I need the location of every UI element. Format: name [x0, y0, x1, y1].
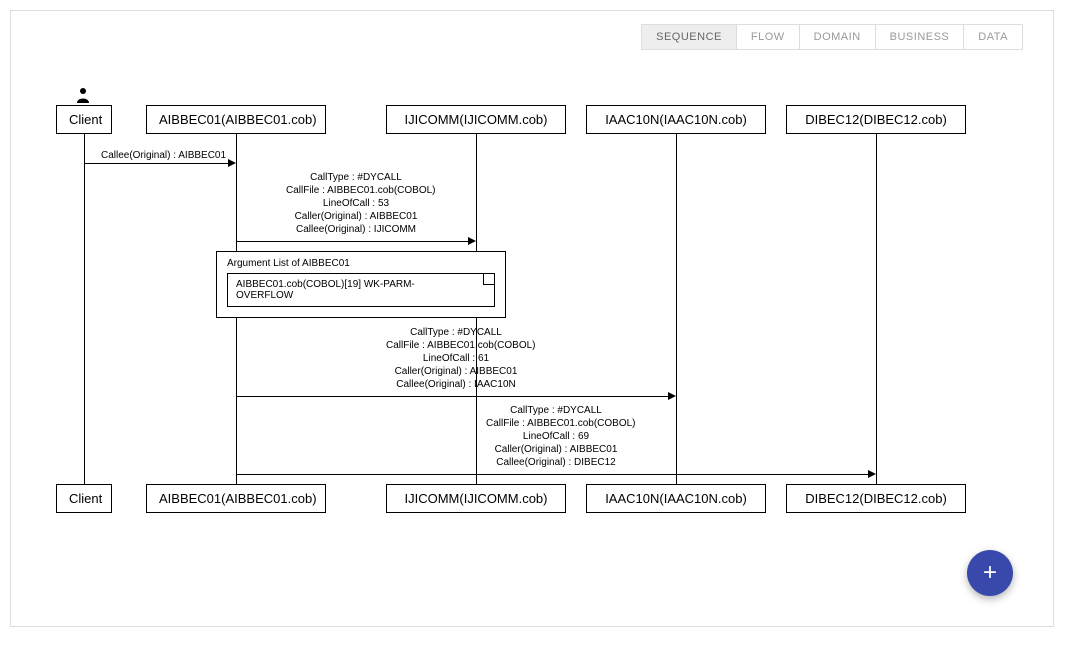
msg2-l3: LineOfCall : 53: [286, 197, 426, 210]
msg2-l1: CallType : #DYCALL: [286, 171, 426, 184]
msg3-l4: Caller(Original) : AIBBEC01: [386, 365, 526, 378]
participant-dibec12-top: DIBEC12(DIBEC12.cob): [786, 105, 966, 134]
msg1-arrowhead: [228, 159, 236, 167]
participant-aibbec01-top: AIBBEC01(AIBBEC01.cob): [146, 105, 326, 134]
participant-client-top: Client: [56, 105, 112, 134]
sequence-diagram: Client AIBBEC01(AIBBEC01.cob) IJICOMM(IJ…: [56, 91, 1026, 531]
note-title: Argument List of AIBBEC01: [227, 258, 495, 269]
tab-data[interactable]: DATA: [964, 25, 1022, 49]
msg2-arrow: [236, 241, 468, 242]
msg3-arrowhead: [668, 392, 676, 400]
argument-note: Argument List of AIBBEC01 AIBBEC01.cob(C…: [216, 251, 506, 318]
msg3-l3: LineOfCall : 61: [386, 352, 526, 365]
msg4-l5: Callee(Original) : DIBEC12: [486, 456, 626, 469]
tab-flow[interactable]: FLOW: [737, 25, 800, 49]
participant-iaac10n-bottom: IAAC10N(IAAC10N.cob): [586, 484, 766, 513]
msg4-l1: CallType : #DYCALL: [486, 404, 626, 417]
participant-iaac10n-top: IAAC10N(IAAC10N.cob): [586, 105, 766, 134]
add-button[interactable]: +: [967, 550, 1013, 596]
msg1-arrow: [84, 163, 229, 164]
view-tabs: SEQUENCE FLOW DOMAIN BUSINESS DATA: [641, 24, 1023, 50]
msg2-l5: Callee(Original) : IJICOMM: [286, 223, 426, 236]
participant-ijicomm-bottom: IJICOMM(IJICOMM.cob): [386, 484, 566, 513]
participant-client-bottom: Client: [56, 484, 112, 513]
actor-icon: [75, 87, 91, 103]
msg3-l5: Callee(Original) : IAAC10N: [386, 378, 526, 391]
msg3-l1: CallType : #DYCALL: [386, 326, 526, 339]
msg4-l3: LineOfCall : 69: [486, 430, 626, 443]
msg4-arrow: [236, 474, 868, 475]
participant-ijicomm-top: IJICOMM(IJICOMM.cob): [386, 105, 566, 134]
msg4-label: CallType : #DYCALL CallFile : AIBBEC01.c…: [486, 404, 626, 469]
note-content: AIBBEC01.cob(COBOL)[19] WK-PARM-OVERFLOW: [227, 273, 495, 307]
msg4-l2: CallFile : AIBBEC01.cob(COBOL): [486, 417, 626, 430]
tab-sequence[interactable]: SEQUENCE: [642, 25, 737, 49]
lifeline-client: [84, 134, 85, 484]
msg4-arrowhead: [868, 470, 876, 478]
msg2-arrowhead: [468, 237, 476, 245]
tab-business[interactable]: BUSINESS: [876, 25, 965, 49]
participant-dibec12-bottom: DIBEC12(DIBEC12.cob): [786, 484, 966, 513]
msg2-l2: CallFile : AIBBEC01.cob(COBOL): [286, 184, 426, 197]
lifeline-dibec12: [876, 134, 877, 484]
msg2-label: CallType : #DYCALL CallFile : AIBBEC01.c…: [286, 171, 426, 236]
msg3-l2: CallFile : AIBBEC01.cob(COBOL): [386, 339, 526, 352]
msg1-label: Callee(Original) : AIBBEC01: [101, 149, 226, 162]
tab-domain[interactable]: DOMAIN: [800, 25, 876, 49]
msg3-label: CallType : #DYCALL CallFile : AIBBEC01.c…: [386, 326, 526, 391]
lifeline-iaac10n: [676, 134, 677, 484]
msg3-arrow: [236, 396, 668, 397]
participant-aibbec01-bottom: AIBBEC01(AIBBEC01.cob): [146, 484, 326, 513]
msg2-l4: Caller(Original) : AIBBEC01: [286, 210, 426, 223]
msg4-l4: Caller(Original) : AIBBEC01: [486, 443, 626, 456]
